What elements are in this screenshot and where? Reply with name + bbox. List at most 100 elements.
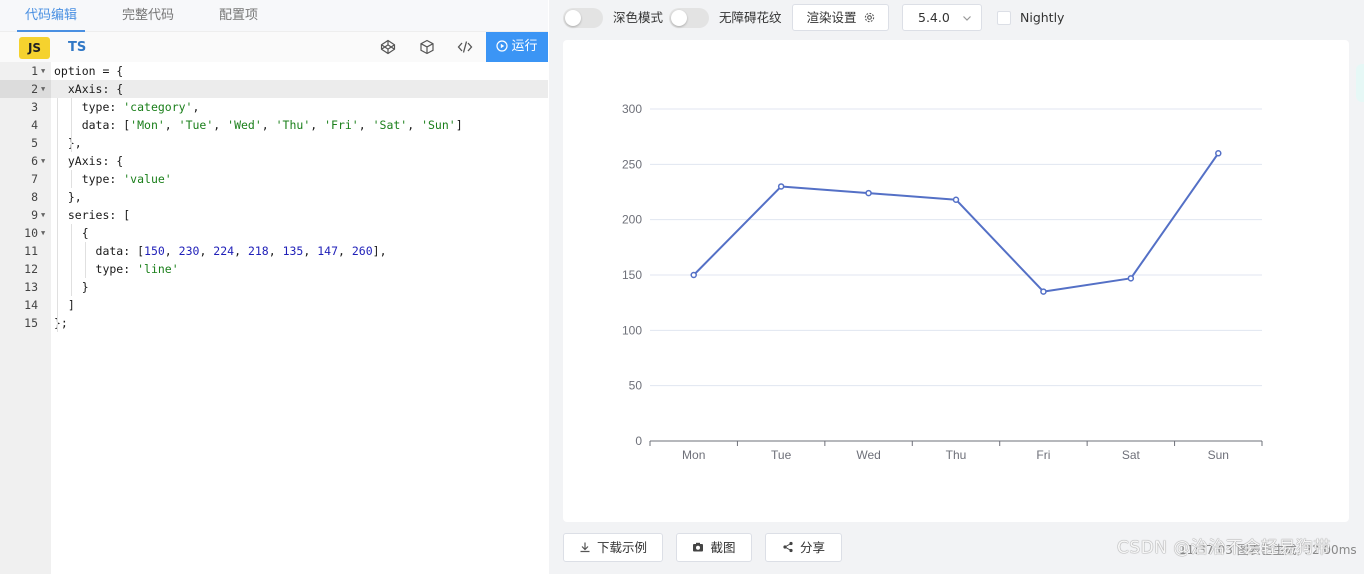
codepen-icon[interactable]	[380, 39, 396, 55]
share-button[interactable]: 分享	[765, 533, 842, 562]
x-tick-label: Sun	[1208, 448, 1229, 462]
data-point	[1215, 150, 1222, 157]
line-chart: 0 50 100 150 200 250 300 Mon Tue Wed Thu Fri Sat Sun	[622, 102, 1263, 462]
code-line: type: 'line'	[54, 262, 179, 276]
y-tick-label: 150	[622, 268, 642, 282]
gear-icon	[864, 12, 874, 23]
y-tick-label: 50	[629, 379, 643, 393]
indent-guide	[85, 242, 86, 278]
language-toolbar: JS TS 运行	[0, 32, 548, 62]
line-number: 4	[31, 118, 38, 132]
fold-arrow-icon[interactable]: ▼	[41, 152, 45, 170]
y-tick-label: 250	[622, 157, 642, 171]
nightly-label: Nightly	[1020, 10, 1065, 25]
x-tick-label: Wed	[856, 448, 880, 462]
fold-arrow-icon[interactable]: ▼	[41, 224, 45, 242]
render-settings-button[interactable]: 渲染设置	[792, 4, 889, 31]
box-icon[interactable]	[419, 39, 435, 55]
code-line: data: ['Mon', 'Tue', 'Wed', 'Thu', 'Fri'…	[54, 118, 463, 132]
fold-arrow-icon[interactable]: ▼	[41, 80, 45, 98]
code-icon[interactable]	[457, 39, 473, 55]
x-tick-label: Fri	[1036, 448, 1050, 462]
fold-arrow-icon[interactable]: ▼	[41, 62, 45, 80]
line-number: 6 ▼	[31, 152, 46, 170]
line-number: 5	[31, 136, 38, 150]
accessible-pattern-label: 无障碍花纹	[719, 10, 782, 25]
accessible-pattern-toggle[interactable]	[669, 8, 709, 28]
run-button-label: 运行	[511, 39, 538, 54]
line-number: 13	[24, 280, 38, 294]
data-point	[865, 189, 872, 197]
code-line: yAxis: {	[54, 154, 124, 168]
screenshot-button[interactable]: 截图	[676, 533, 752, 562]
code-line: series: [	[54, 208, 131, 222]
series-line	[693, 152, 1220, 293]
data-point	[1127, 275, 1135, 282]
dark-mode-label: 深色模式	[613, 10, 664, 25]
screenshot-label: 截图	[710, 540, 736, 555]
play-circle-icon	[496, 40, 509, 52]
code-line: },	[54, 136, 82, 150]
line-number: 10 ▼	[24, 224, 46, 242]
chevron-down-icon	[963, 16, 971, 21]
side-tab[interactable]	[1356, 64, 1364, 102]
line-number: 9 ▼	[31, 206, 46, 224]
indent-guide	[57, 98, 58, 332]
js-lang-button[interactable]: JS	[19, 37, 50, 59]
data-point	[690, 271, 697, 279]
x-tick-label: Thu	[946, 448, 967, 462]
line-number: 11	[24, 244, 38, 258]
y-tick-label: 100	[622, 323, 642, 337]
line-number: 3	[31, 100, 38, 114]
line-number: 8	[31, 190, 38, 204]
version-value: 5.4.0	[918, 10, 950, 25]
download-icon	[580, 542, 590, 553]
x-tick-label: Tue	[771, 448, 792, 462]
version-select[interactable]: 5.4.0	[902, 4, 982, 31]
code-area[interactable]: 1 ▼ 2 ▼ 3 4 5 6 ▼ 7 8 9 ▼ 10 ▼ 11 12 13 14 15 option = { xA…	[0, 62, 548, 574]
active-line-highlight	[51, 80, 548, 98]
preview-footer: 下载示例 截图 分享 11:37:03 图表已生成, 32.00ms CSDN …	[549, 533, 1364, 563]
ts-lang-button[interactable]: TS	[68, 37, 86, 59]
indent-guide	[71, 98, 72, 152]
line-number: 2 ▼	[0, 80, 51, 98]
line-gutter: 1 ▼ 2 ▼ 3 4 5 6 ▼ 7 8 9 ▼ 10 ▼ 11 12 13 14 15	[0, 62, 51, 574]
nightly-checkbox[interactable]	[997, 11, 1011, 25]
y-tick-label: 200	[622, 213, 642, 227]
x-tick-label: Mon	[682, 448, 705, 462]
code-line: type: 'category',	[54, 100, 200, 114]
download-example-button[interactable]: 下载示例	[563, 533, 663, 562]
download-example-label: 下载示例	[596, 540, 647, 555]
y-tick-label: 300	[622, 102, 642, 116]
line-number: 7	[31, 172, 38, 186]
editor-tabs: 代码编辑 完整代码 配置项	[0, 0, 548, 32]
x-tick-label: Sat	[1122, 448, 1141, 462]
data-point	[1040, 288, 1047, 295]
chart-container: 0 50 100 150 200 250 300 Mon Tue Wed Thu Fri Sat Sun	[563, 40, 1349, 522]
indent-guide	[71, 170, 72, 188]
code-editor-panel: 代码编辑 完整代码 配置项 JS TS 运行 1 ▼ 2 ▼ 3 4 5 6 ▼ 7 8 9 ▼ 10 ▼ 1…	[0, 0, 548, 574]
preview-toolbar: 深色模式 无障碍花纹 渲染设置 5.4.0 Nightly	[549, 0, 1364, 36]
run-button[interactable]: 运行	[486, 32, 548, 62]
data-point	[777, 183, 785, 190]
code-line: },	[54, 190, 82, 204]
fold-arrow-icon[interactable]: ▼	[41, 206, 45, 224]
tab-full-code[interactable]: 完整代码	[122, 0, 174, 32]
preview-panel: 深色模式 无障碍花纹 渲染设置 5.4.0 Nightly 0 50 100 150 2…	[549, 0, 1364, 574]
dark-mode-toggle[interactable]	[563, 8, 603, 28]
line-number: 1 ▼	[31, 62, 46, 80]
share-label: 分享	[799, 540, 825, 555]
share-icon	[783, 541, 793, 553]
watermark: CSDN @治治不会轻易狗带	[1117, 538, 1331, 558]
camera-icon	[693, 542, 704, 552]
data-point	[952, 196, 960, 203]
tab-options[interactable]: 配置项	[219, 0, 258, 32]
code-line: data: [150, 230, 224, 218, 135, 147, 260…	[54, 244, 387, 258]
indent-guide	[71, 224, 72, 296]
code-line: option = {	[54, 64, 124, 78]
render-settings-label: 渲染设置	[806, 10, 857, 25]
line-number: 12	[24, 262, 38, 276]
tab-code-edit[interactable]: 代码编辑	[16, 0, 86, 32]
line-number: 15	[24, 316, 38, 330]
code-line: xAxis: {	[54, 82, 124, 96]
